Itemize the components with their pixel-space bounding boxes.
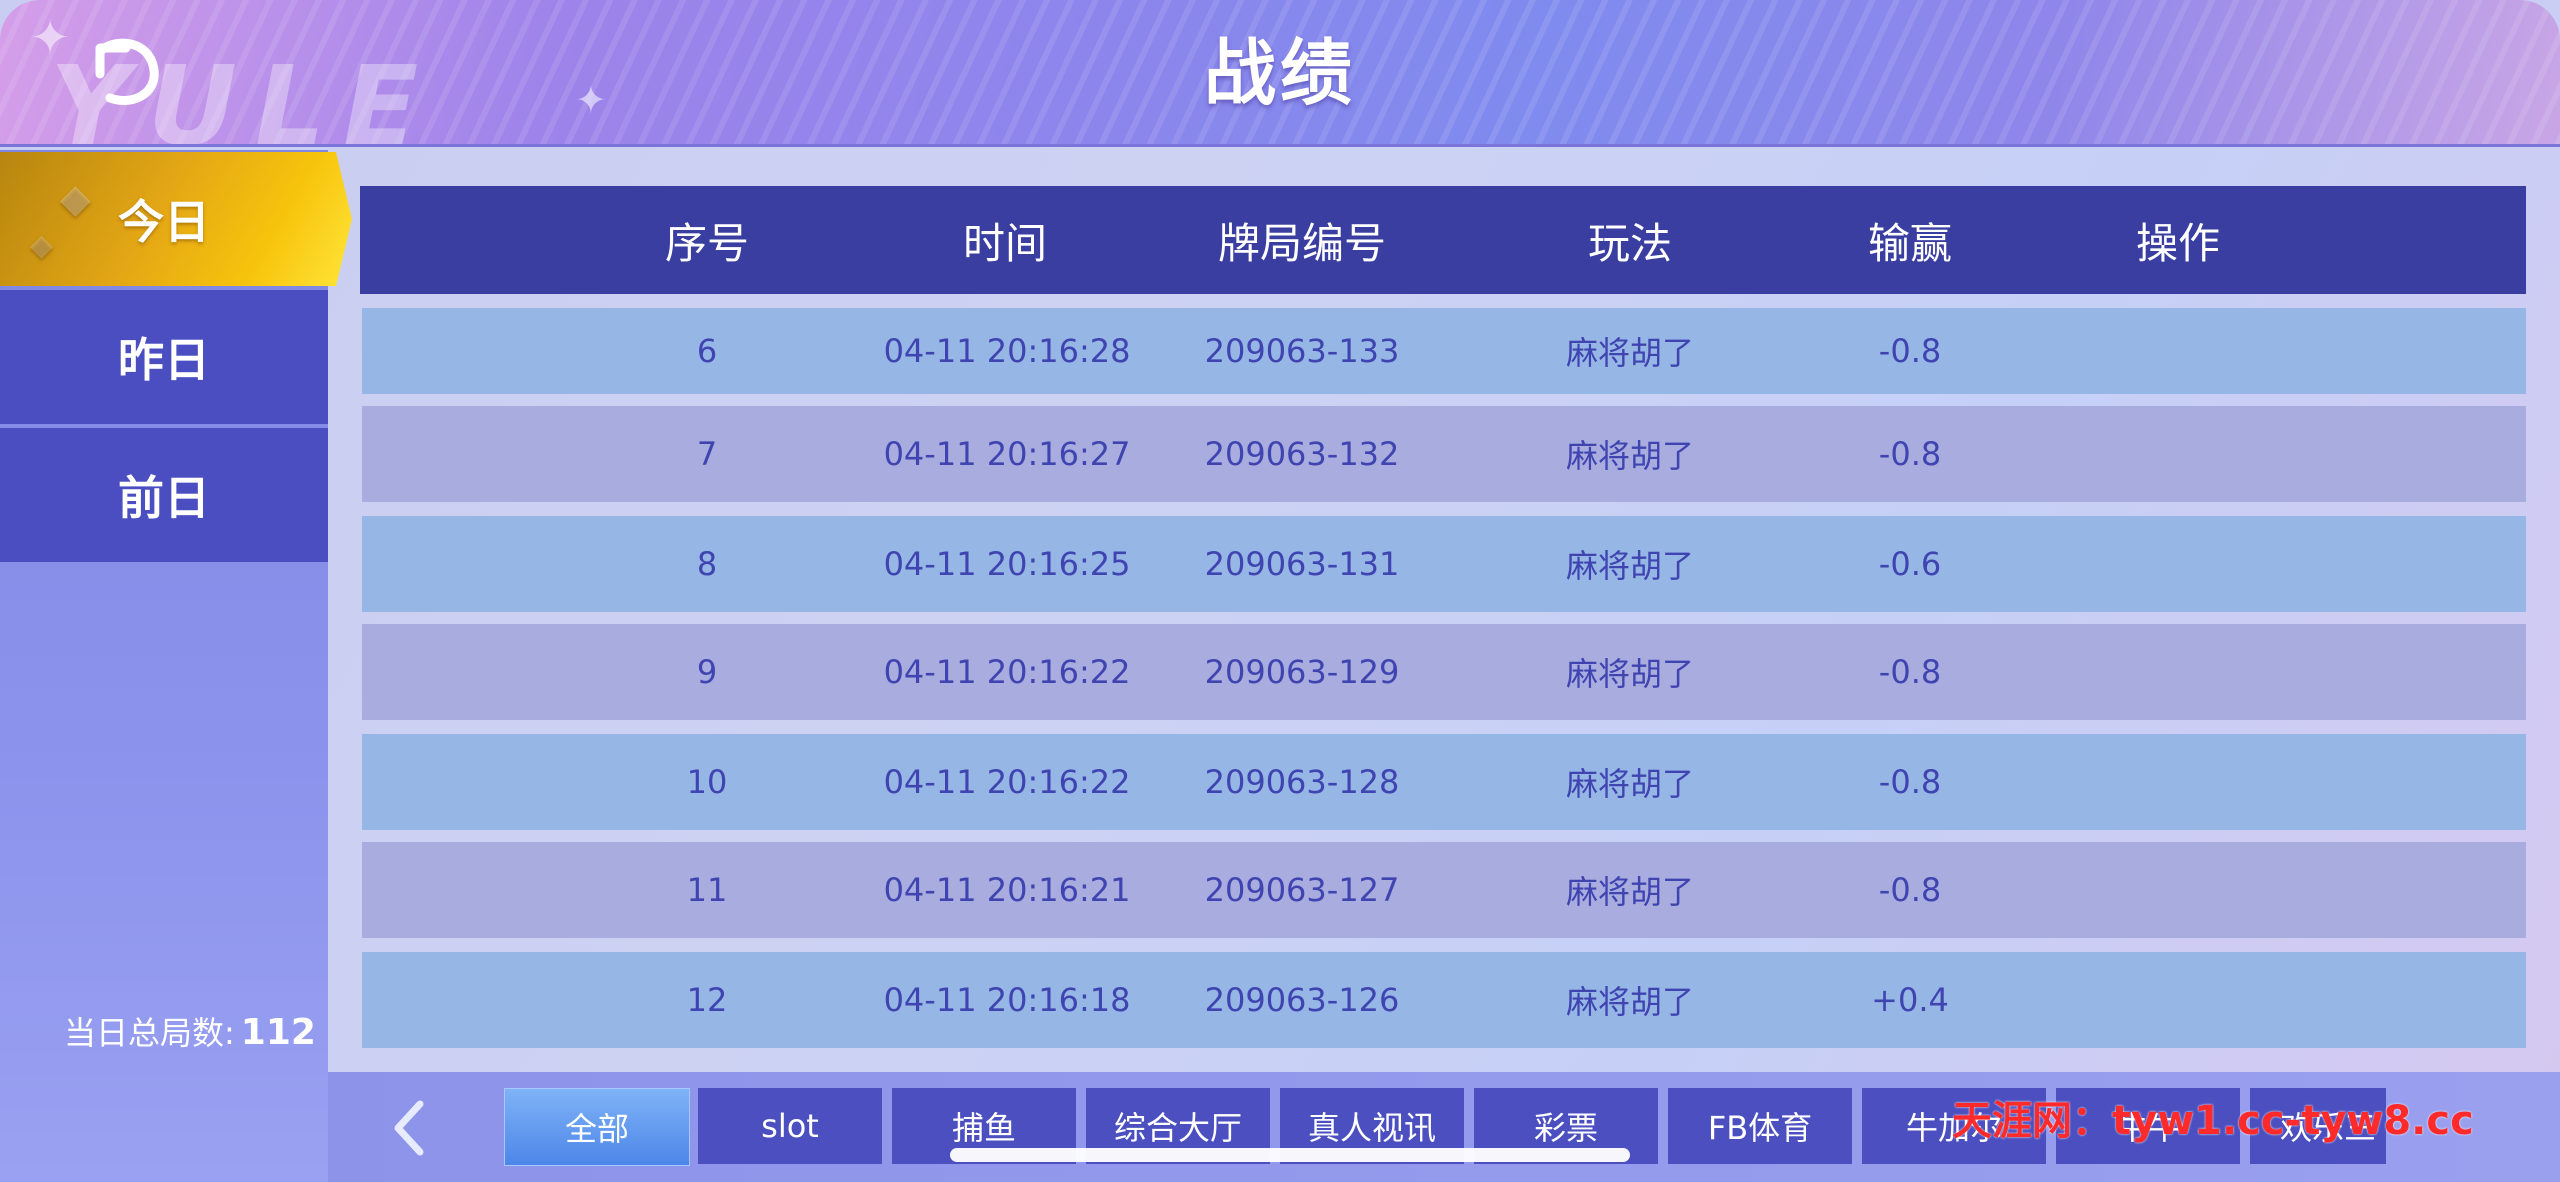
cell-game-id: 209063-127 [1204,871,1400,909]
cell-mode: 麻将胡了 [1565,765,1695,803]
table-row: 9 04-11 20:16:22 209063-129 麻将胡了 -0.8 [362,624,2526,720]
cell-time: 04-11 20:16:22 [883,763,1131,801]
cell-game-id: 209063-131 [1204,545,1400,583]
sidebar-item-day-before[interactable]: 前日 [0,428,328,562]
diamond-icon: ◆ [30,228,54,263]
cell-no: 6 [696,332,718,370]
tab-all[interactable]: 全部 [504,1088,690,1166]
cell-game-id: 209063-129 [1204,653,1400,691]
daily-total-label: 当日总局数: [64,1014,235,1052]
cell-result: -0.8 [1878,332,1942,370]
cell-time: 04-11 20:16:21 [883,871,1131,909]
cell-mode: 麻将胡了 [1565,547,1695,585]
cell-no: 9 [696,653,718,691]
sidebar-item-label: 昨日 [118,333,210,387]
title-bar: YULE ✦ ✦ 战绩 [0,0,2560,147]
cell-no: 8 [696,545,718,583]
diamond-icon: ◆ [60,176,91,222]
cell-no: 12 [686,981,728,1019]
daily-total-value: 112 [240,1012,316,1053]
cell-mode: 麻将胡了 [1565,983,1695,1021]
table-row: 10 04-11 20:16:22 209063-128 麻将胡了 -0.8 [362,734,2526,830]
home-indicator[interactable] [950,1148,1630,1162]
sidebar-item-yesterday[interactable]: 昨日 [0,290,328,424]
cell-time: 04-11 20:16:22 [883,653,1131,691]
cell-mode: 麻将胡了 [1565,334,1695,372]
cell-time: 04-11 20:16:28 [883,332,1131,370]
scroll-left-button[interactable] [390,1098,430,1158]
sidebar-item-today[interactable]: 今日 ◆ ◆ [0,152,352,286]
column-header-game-id: 牌局编号 [1217,218,1387,268]
cell-time: 04-11 20:16:18 [883,981,1131,1019]
chevron-left-icon [394,1100,424,1156]
cell-game-id: 209063-126 [1204,981,1400,1019]
cell-no: 10 [686,763,728,801]
cell-game-id: 209063-128 [1204,763,1400,801]
column-header-no: 序号 [664,218,750,268]
sidebar-item-label: 前日 [118,471,210,525]
sidebar-item-label: 今日 [118,195,210,249]
table-row: 7 04-11 20:16:27 209063-132 麻将胡了 -0.8 [362,406,2526,502]
cell-result: -0.6 [1878,545,1942,583]
cell-game-id: 209063-132 [1204,435,1400,473]
table-row: 12 04-11 20:16:18 209063-126 麻将胡了 +0.4 [362,952,2526,1048]
cell-result: -0.8 [1878,435,1942,473]
tab-fb-sports[interactable]: FB体育 [1668,1088,1852,1164]
cell-no: 7 [696,435,718,473]
cell-time: 04-11 20:16:25 [883,545,1131,583]
cell-mode: 麻将胡了 [1565,655,1695,693]
cell-mode: 麻将胡了 [1565,437,1695,475]
table-header: 序号 时间 牌局编号 玩法 输赢 操作 [360,186,2526,294]
watermark: 天涯网：tyw1.cc-tyw8.cc [1952,1098,2474,1144]
column-header-result: 输赢 [1867,218,1953,268]
table-row: 8 04-11 20:16:25 209063-131 麻将胡了 -0.6 [362,516,2526,612]
cell-result: +0.4 [1871,981,1949,1019]
tab-slot[interactable]: slot [698,1088,882,1164]
daily-total: 当日总局数: 112 [64,1008,316,1054]
column-header-time: 时间 [962,218,1048,268]
table-row: 11 04-11 20:16:21 209063-127 麻将胡了 -0.8 [362,842,2526,938]
column-header-mode: 玩法 [1587,218,1673,268]
cell-result: -0.8 [1878,763,1942,801]
cell-result: -0.8 [1878,653,1942,691]
cell-no: 11 [686,871,728,909]
page-title: 战绩 [1203,31,1356,115]
column-header-action: 操作 [2135,218,2221,268]
cell-mode: 麻将胡了 [1565,873,1695,911]
cell-time: 04-11 20:16:27 [883,435,1131,473]
cell-result: -0.8 [1878,871,1942,909]
cell-game-id: 209063-133 [1204,332,1400,370]
table-row: 6 04-11 20:16:28 209063-133 麻将胡了 -0.8 [362,308,2526,394]
